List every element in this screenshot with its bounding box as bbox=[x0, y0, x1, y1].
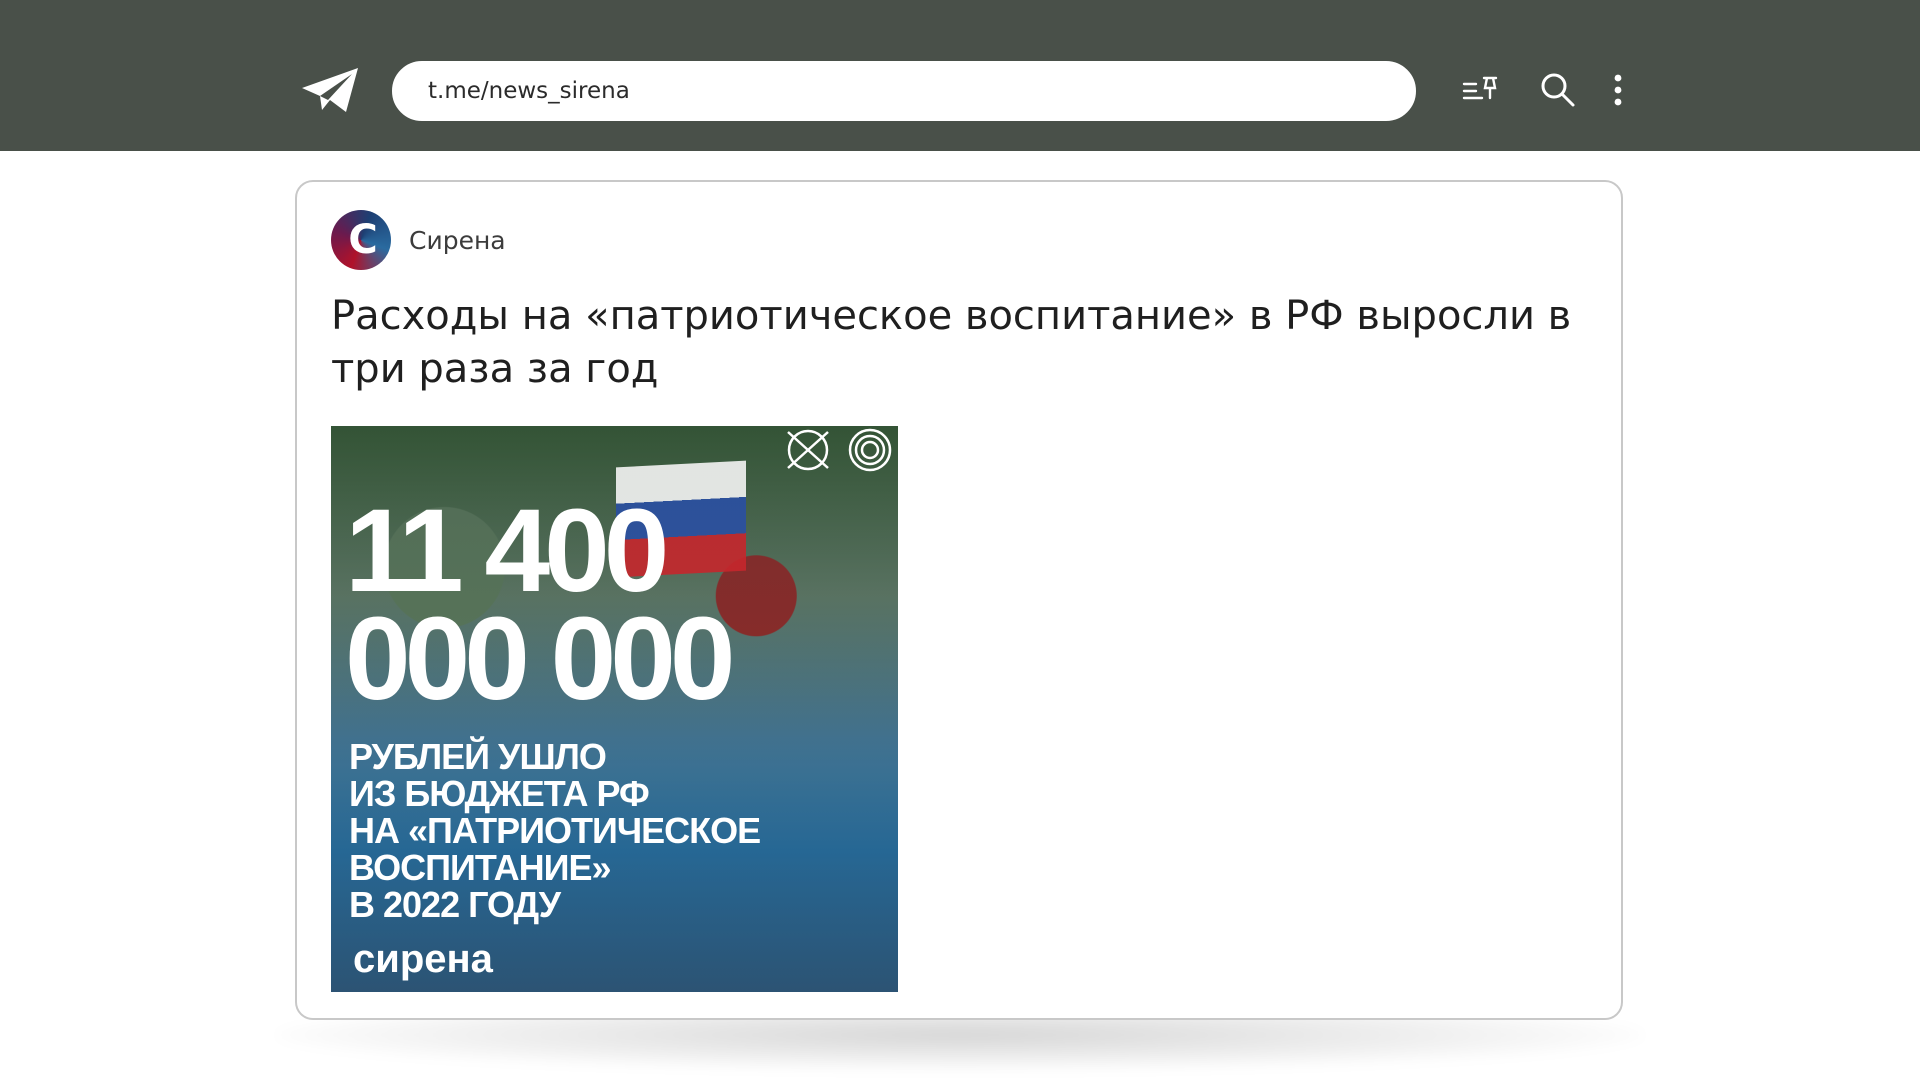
url-text: t.me/news_sirena bbox=[428, 78, 630, 104]
address-bar[interactable]: t.me/news_sirena bbox=[392, 61, 1416, 121]
caption-line: РУБЛЕЙ УШЛО bbox=[349, 736, 607, 777]
caption-line: ИЗ БЮДЖЕТА РФ bbox=[349, 773, 650, 814]
caption-line: НА «ПАТРИОТИЧЕСКОЕ bbox=[349, 810, 761, 851]
post-title: Расходы на «патриотическое воспитание» в… bbox=[331, 293, 1572, 392]
telegram-logo-icon[interactable] bbox=[300, 66, 360, 114]
post-card: C Сирена Расходы на «патриотическое восп… bbox=[295, 180, 1623, 1020]
post-image[interactable]: 11 400 000 000 РУБЛЕЙ УШЛО ИЗ БЮДЖЕТА РФ… bbox=[331, 426, 898, 992]
avatar-letter: C bbox=[348, 217, 378, 263]
more-vertical-icon[interactable] bbox=[1600, 70, 1636, 110]
channel-name[interactable]: Сирена bbox=[409, 226, 506, 255]
target-circles-icon bbox=[848, 428, 892, 472]
crossed-circle-icon bbox=[787, 429, 829, 471]
amount-line-1: 11 400 bbox=[345, 485, 669, 617]
search-icon[interactable] bbox=[1538, 70, 1578, 110]
caption-line: В 2022 ГОДУ bbox=[349, 884, 561, 925]
channel-avatar[interactable]: C bbox=[331, 210, 391, 270]
image-caption: РУБЛЕЙ УШЛО ИЗ БЮДЖЕТА РФ НА «ПАТРИОТИЧЕ… bbox=[349, 736, 761, 925]
image-brand-logo: сирена bbox=[353, 937, 493, 981]
pinned-list-icon[interactable] bbox=[1460, 70, 1504, 110]
top-bar: t.me/news_sirena bbox=[0, 0, 1920, 151]
image-overlay-icons bbox=[784, 426, 894, 474]
amount-line-2: 000 000 bbox=[345, 593, 736, 725]
caption-line: ВОСПИТАНИЕ» bbox=[349, 847, 611, 888]
